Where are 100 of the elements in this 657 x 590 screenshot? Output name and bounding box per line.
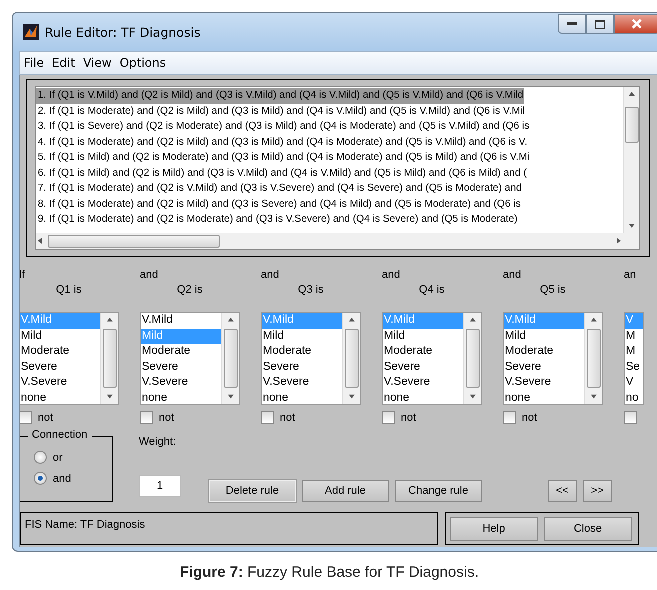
term-option[interactable]: Moderate bbox=[262, 344, 342, 360]
term-option[interactable]: none bbox=[504, 390, 584, 404]
term-option[interactable]: Severe bbox=[20, 360, 100, 376]
scrollbar-thumb[interactable] bbox=[624, 107, 638, 143]
maximize-icon bbox=[595, 20, 605, 28]
weight-field[interactable]: 1 bbox=[139, 475, 181, 497]
not-checkbox[interactable] bbox=[382, 411, 395, 424]
term-option[interactable]: none bbox=[383, 390, 463, 404]
rule-item[interactable]: 9. If (Q1 is Moderate) and (Q2 is Moderate) and (Q3 is V.Severe) and (Q4 is Severe) and (Q5 is Moderate) bbox=[36, 212, 518, 228]
horizontal-scrollbar[interactable] bbox=[36, 233, 623, 249]
term-option[interactable]: Mild bbox=[20, 328, 100, 344]
rule-item[interactable]: 2. If (Q1 is Moderate) and (Q2 is Mild) and (Q3 is Mild) and (Q4 is V.Mild) and (Q5 is V.Mild) and (Q6 is V.Mil bbox=[36, 104, 525, 119]
scrollbar-thumb[interactable] bbox=[466, 328, 480, 388]
radio-button[interactable] bbox=[34, 451, 47, 464]
term-option[interactable]: V.Mild bbox=[141, 313, 221, 329]
not-checkbox[interactable] bbox=[261, 411, 274, 424]
term-option[interactable]: Se bbox=[625, 360, 643, 376]
term-listbox[interactable]: V.Mild Mild Moderate Severe V.Severe none bbox=[382, 312, 482, 405]
term-option[interactable]: Mild bbox=[262, 328, 342, 344]
term-option[interactable]: V bbox=[625, 375, 643, 391]
scrollbar-thumb[interactable] bbox=[586, 328, 600, 388]
rule-item[interactable]: 6. If (Q1 is Mild) and (Q2 is Mild) and (Q3 is V.Mild) and (Q4 is V.Mild) and (Q5 is Mild) and (Q6 is Mild) and ( bbox=[36, 166, 527, 181]
term-listbox[interactable]: V.Mild Mild Moderate Severe V.Severe none bbox=[503, 312, 603, 405]
not-checkbox[interactable] bbox=[624, 411, 637, 424]
checkbox-label: not bbox=[401, 412, 416, 424]
minimize-button[interactable] bbox=[558, 14, 586, 34]
arrow-icon[interactable] bbox=[468, 393, 476, 401]
menu-item[interactable]: View bbox=[83, 56, 112, 70]
variable-label: Q3 is bbox=[297, 284, 325, 298]
term-option[interactable]: Mild bbox=[383, 328, 463, 344]
arrow-icon[interactable] bbox=[628, 90, 636, 98]
footer-button[interactable]: Help bbox=[450, 516, 538, 540]
menu-item[interactable]: Options bbox=[120, 56, 166, 70]
arrow-icon[interactable] bbox=[106, 393, 114, 401]
checkbox-label: not bbox=[38, 412, 54, 424]
term-option[interactable]: V.Severe bbox=[504, 375, 584, 391]
term-listbox[interactable]: V M M Se V no bbox=[624, 312, 644, 405]
checkbox-label: not bbox=[159, 412, 174, 424]
arrow-icon[interactable] bbox=[590, 393, 598, 401]
scrollbar-thumb[interactable] bbox=[102, 328, 116, 388]
radio-button[interactable] bbox=[34, 472, 47, 485]
arrow-icon[interactable] bbox=[106, 316, 114, 324]
rule-item[interactable]: 8. If (Q1 is Moderate) and (Q2 is Mild) and (Q3 is Severe) and (Q4 is Mild) and (Q5 is Moderate) and (Q6 is bbox=[36, 196, 521, 212]
not-checkbox[interactable] bbox=[140, 411, 153, 424]
arrow-icon[interactable] bbox=[468, 316, 476, 324]
close-button[interactable] bbox=[614, 14, 657, 34]
term-option[interactable]: no bbox=[625, 390, 643, 404]
term-option[interactable]: Moderate bbox=[504, 344, 584, 360]
term-option[interactable]: V.Severe bbox=[141, 375, 221, 391]
rule-item[interactable]: 3. If (Q1 is Severe) and (Q2 is Moderate) and (Q3 is Mild) and (Q4 is Moderate) and (Q5 is V.Mild) and (Q6 is bbox=[36, 119, 530, 134]
not-checkbox[interactable] bbox=[503, 411, 516, 424]
term-option[interactable]: Moderate bbox=[141, 344, 221, 360]
term-option[interactable]: V.Severe bbox=[383, 375, 463, 391]
term-option[interactable]: M bbox=[625, 344, 643, 360]
not-checkbox[interactable] bbox=[20, 411, 32, 424]
menu-item[interactable]: Edit bbox=[52, 56, 76, 70]
scrollbar-thumb[interactable] bbox=[48, 234, 220, 248]
nav-button[interactable]: >> bbox=[583, 480, 612, 502]
arrow-icon[interactable] bbox=[348, 393, 356, 401]
term-listbox[interactable]: V.Mild Mild Moderate Severe V.Severe none bbox=[261, 312, 361, 405]
term-option[interactable]: Severe bbox=[141, 360, 221, 376]
nav-button[interactable]: << bbox=[548, 480, 577, 502]
checkbox-label: not bbox=[522, 412, 538, 424]
maximize-button[interactable] bbox=[586, 14, 614, 34]
menu-item[interactable]: File bbox=[24, 56, 44, 70]
arrow-icon[interactable] bbox=[226, 316, 234, 324]
checkbox-label: not bbox=[280, 412, 296, 424]
rule-button[interactable]: Delete rule bbox=[209, 480, 296, 502]
weight-label: Weight: bbox=[139, 436, 178, 448]
arrow-icon[interactable] bbox=[348, 316, 356, 324]
term-option[interactable]: Severe bbox=[383, 360, 463, 376]
term-option[interactable]: Moderate bbox=[383, 344, 463, 360]
term-option[interactable]: Moderate bbox=[20, 344, 100, 360]
footer-button[interactable]: Close bbox=[544, 516, 632, 540]
scrollbar-thumb[interactable] bbox=[224, 328, 238, 388]
term-option[interactable]: none bbox=[262, 390, 342, 404]
rule-item[interactable]: 7. If (Q1 is Moderate) and (Q2 is V.Mild) and (Q3 is V.Severe) and (Q4 is Severe) and (Q5 is Moderate) and bbox=[36, 181, 522, 196]
rule-button[interactable]: Change rule bbox=[395, 480, 482, 502]
term-option[interactable]: M bbox=[625, 328, 643, 344]
term-listbox[interactable]: V.Mild Mild Moderate Severe V.Severe none bbox=[140, 312, 240, 405]
term-option[interactable]: Mild bbox=[504, 328, 584, 344]
arrow-icon[interactable] bbox=[226, 393, 234, 401]
scrollbar-thumb[interactable] bbox=[344, 328, 358, 388]
term-option[interactable]: Severe bbox=[262, 360, 342, 376]
variable-label: Q1 is bbox=[55, 284, 83, 298]
rule-item[interactable]: 4. If (Q1 is Moderate) and (Q2 is Mild) and (Q3 is Mild) and (Q4 is Moderate) and (Q5 is V.Mild) and (Q6 is V. bbox=[36, 134, 528, 150]
rule-item[interactable]: 1. If (Q1 is V.Mild) and (Q2 is Mild) and (Q3 is V.Mild) and (Q4 is V.Mild) and (Q5 is V.Mild) and (Q6 is V.Mild bbox=[36, 88, 524, 104]
vertical-scrollbar[interactable] bbox=[623, 87, 639, 233]
term-option[interactable]: Severe bbox=[504, 360, 584, 376]
figure-caption: Figure 7: Fuzzy Rule Base for TF Diagnosis. bbox=[179, 564, 480, 581]
arrow-icon[interactable] bbox=[590, 316, 598, 324]
term-option[interactable]: none bbox=[20, 390, 100, 404]
rule-item[interactable]: 5. If (Q1 is Mild) and (Q2 is Moderate) and (Q3 is Mild) and (Q4 is Moderate) and (Q5 is Mild) and (Q6 is V.Mi bbox=[36, 150, 530, 166]
arrow-icon[interactable] bbox=[36, 237, 44, 245]
term-option[interactable]: V.Severe bbox=[262, 375, 342, 391]
term-option[interactable]: none bbox=[141, 390, 221, 404]
term-option[interactable]: V.Severe bbox=[20, 375, 100, 391]
variable-label: Q4 is bbox=[418, 284, 446, 298]
term-listbox[interactable]: V.Mild Mild Moderate Severe V.Severe none bbox=[20, 312, 119, 405]
rule-button[interactable]: Add rule bbox=[302, 480, 389, 502]
